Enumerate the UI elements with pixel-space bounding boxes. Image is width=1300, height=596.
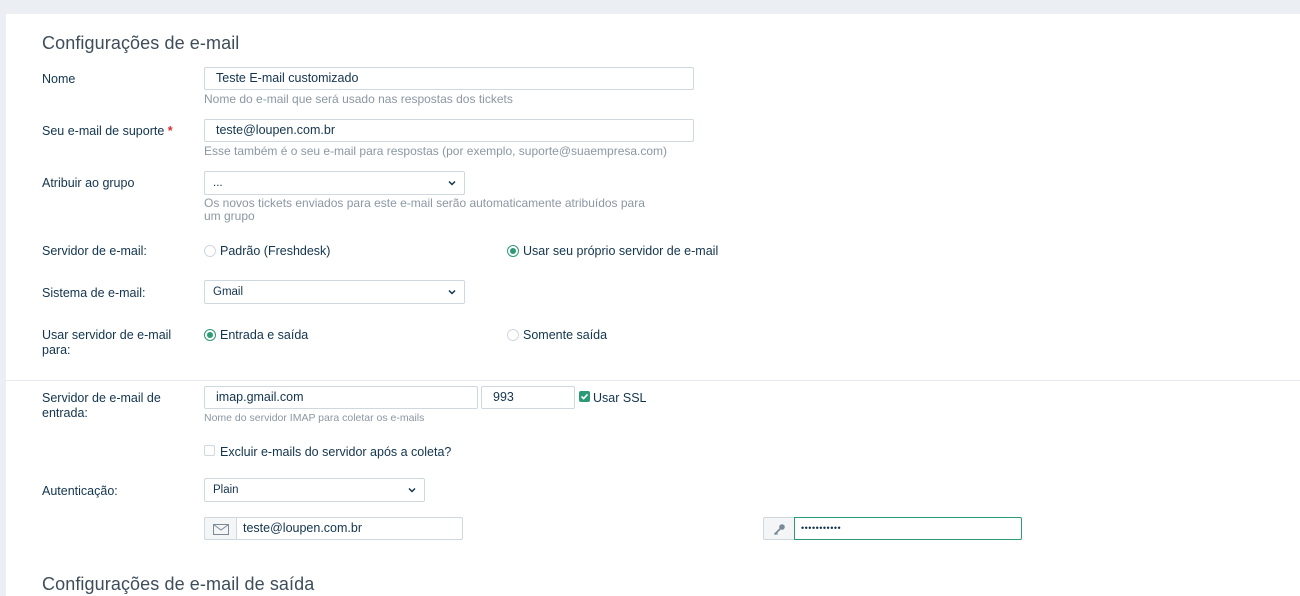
- mail-server-label: Servidor de e-mail:: [42, 244, 147, 258]
- chevron-down-icon: [448, 289, 456, 295]
- outgoing-section-title: Configurações de e-mail de saída: [42, 574, 315, 594]
- username-input[interactable]: teste@loupen.com.br: [236, 517, 463, 540]
- password-addon: [763, 517, 795, 540]
- group-label: Atribuir ao grupo: [42, 176, 135, 190]
- group-hint-line2: um grupo: [204, 209, 255, 223]
- radio-in-out[interactable]: [204, 329, 216, 341]
- ssl-checkbox[interactable]: [579, 391, 590, 402]
- own-server-label: Usar seu próprio servidor de e-mail: [523, 244, 719, 258]
- group-hint-line1: Os novos tickets enviados para este e-ma…: [204, 196, 645, 210]
- support-email-label-text: Seu e-mail de suporte: [42, 124, 165, 138]
- use-server-for-label-line1: Usar servidor de e-mail: [42, 328, 172, 342]
- section-divider: [6, 380, 1300, 381]
- group-hint: Os novos tickets enviados para este e-ma…: [204, 197, 645, 223]
- radio-default-server[interactable]: [204, 245, 216, 257]
- default-server-label: Padrão (Freshdesk): [220, 244, 331, 258]
- mail-system-select[interactable]: Gmail: [204, 280, 465, 304]
- radio-out-only[interactable]: [507, 329, 519, 341]
- incoming-server-label-line1: Servidor de e-mail de: [42, 391, 161, 405]
- name-input[interactable]: Teste E-mail customizado: [204, 67, 694, 90]
- section-title: Configurações de e-mail: [42, 33, 240, 53]
- support-email-hint: Esse também é o seu e-mail para resposta…: [204, 144, 668, 158]
- in-out-label: Entrada e saída: [220, 328, 309, 342]
- check-icon: [580, 393, 589, 400]
- support-email-input[interactable]: teste@loupen.com.br: [204, 119, 694, 142]
- radio-own-server[interactable]: [507, 245, 519, 257]
- incoming-server-label-line2: entrada:: [42, 406, 88, 420]
- mail-system-select-value: Gmail: [213, 286, 244, 298]
- incoming-host-input[interactable]: imap.gmail.com: [204, 386, 478, 409]
- required-mark: *: [167, 124, 173, 138]
- auth-select-value: Plain: [213, 484, 239, 496]
- incoming-server-hint: Nome do servidor IMAP para coletar os e-…: [204, 412, 425, 424]
- chevron-down-icon: [448, 180, 456, 186]
- envelope-icon: [213, 524, 229, 535]
- email-settings-panel: Configurações de e-mail Nome Teste E-mai…: [6, 14, 1300, 596]
- password-input[interactable]: •••••••••••: [794, 517, 1022, 540]
- name-label: Nome: [42, 72, 76, 86]
- incoming-port-input[interactable]: 993: [481, 386, 575, 409]
- username-addon: [204, 517, 236, 540]
- key-icon: [773, 524, 785, 536]
- incoming-server-label: Servidor de e-mail de entrada:: [42, 391, 161, 421]
- mail-system-label: Sistema de e-mail:: [42, 286, 146, 300]
- group-select-value: ...: [213, 177, 223, 189]
- use-server-for-label-line2: para:: [42, 343, 71, 357]
- out-only-label: Somente saída: [523, 328, 608, 342]
- group-select[interactable]: ...: [204, 171, 465, 195]
- support-email-label: Seu e-mail de suporte *: [42, 124, 173, 139]
- ssl-label: Usar SSL: [593, 391, 647, 405]
- delete-after-fetch-label: Excluir e-mails do servidor após a colet…: [220, 445, 452, 459]
- name-hint: Nome do e-mail que será usado nas respos…: [204, 92, 513, 106]
- auth-label: Autenticação:: [42, 484, 118, 498]
- auth-select[interactable]: Plain: [204, 478, 425, 502]
- delete-after-fetch-checkbox[interactable]: [204, 445, 215, 456]
- chevron-down-icon: [408, 487, 416, 493]
- use-server-for-label: Usar servidor de e-mail para:: [42, 328, 171, 358]
